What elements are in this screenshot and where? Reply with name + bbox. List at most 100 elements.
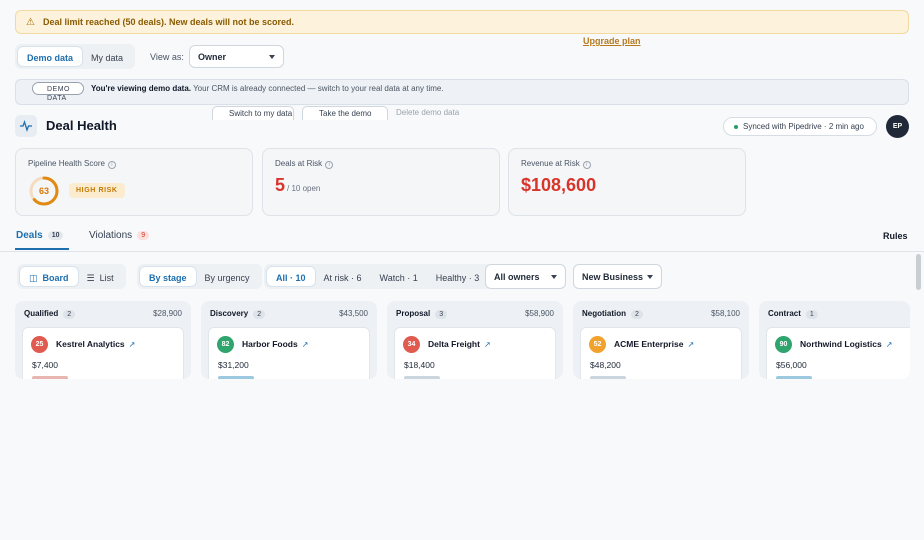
owner-value: All owners	[494, 271, 540, 282]
status-filter: All · 10 At risk · 6 Watch · 1 Healthy ·…	[264, 264, 492, 289]
view-as-select[interactable]: Owner	[189, 45, 284, 68]
deal-name-row: Kestrel Analytics ↗	[56, 339, 135, 349]
data-source-toggle: Demo data My data	[15, 44, 136, 69]
tab-bar: Deals 10 Violations 9	[0, 226, 924, 252]
stage-title: Proposal 3	[396, 309, 448, 319]
stage-count: 2	[253, 310, 266, 319]
by-urgency-button[interactable]: By urgency	[196, 267, 259, 286]
tab-violations[interactable]: Violations 9	[89, 230, 150, 241]
deal-limit-text: Deal limit reached (50 deals). New deals…	[42, 17, 295, 27]
deal-status-line	[32, 376, 68, 379]
deal-status-line	[590, 376, 626, 379]
demo-data-button[interactable]: Demo data	[18, 47, 83, 66]
health-score: 63	[38, 186, 49, 196]
revenue-at-risk-value: $108,600	[521, 175, 597, 195]
deal-score: 52	[589, 336, 606, 353]
switch-to-my-data-button[interactable]: Switch to my data	[212, 106, 294, 120]
stage-total: $58,100	[711, 309, 740, 318]
external-link-icon[interactable]: ↗	[129, 340, 136, 349]
external-link-icon[interactable]: ↗	[687, 340, 694, 349]
demo-notice-message: Your CRM is already connected — switch t…	[191, 84, 444, 93]
deal-status-line	[776, 376, 812, 379]
revenue-at-risk-label: Revenue at Risk i	[521, 159, 591, 169]
deal-card[interactable]: 90 Northwind Logistics ↗ $56,000	[766, 327, 910, 379]
tab-violations-label: Violations	[89, 230, 133, 241]
view-as-value: Owner	[198, 51, 227, 62]
list-icon: ☰	[86, 273, 95, 283]
deals-at-risk-value: 5/ 10 open	[275, 175, 320, 196]
deal-name-row: Delta Freight ↗	[428, 339, 491, 349]
warning-icon: ⚠	[26, 16, 35, 28]
deal-amount: $7,400	[32, 360, 58, 370]
risk-badge: HIGH RISK	[69, 183, 125, 198]
sync-text: Synced with Pipedrive · 2 min ago	[743, 122, 864, 131]
scrollbar[interactable]	[916, 254, 921, 290]
deal-card[interactable]: 25 Kestrel Analytics ↗ $7,400	[22, 327, 184, 379]
stage-column-contract: Contract 1 $56,00090 Northwind Logistics ↗ $5…	[759, 301, 910, 379]
external-link-icon[interactable]: ↗	[484, 340, 491, 349]
tab-deals[interactable]: Deals 10	[16, 230, 64, 241]
external-link-icon[interactable]: ↗	[886, 340, 893, 349]
deal-name: ACME Enterprise	[614, 339, 684, 349]
deal-amount: $31,200	[218, 360, 249, 370]
stage-name: Discovery	[210, 309, 249, 318]
deals-at-risk-label-text: Deals at Risk	[275, 159, 323, 168]
pipeline-select[interactable]: New Business	[573, 264, 662, 289]
owner-select[interactable]: All owners	[485, 264, 566, 289]
stage-title: Qualified 2	[24, 309, 76, 319]
tab-deals-label: Deals	[16, 230, 43, 241]
board-icon: ◫	[29, 273, 38, 283]
stage-name: Negotiation	[582, 309, 626, 318]
rules-link[interactable]: Rules	[883, 231, 908, 241]
board-view-button[interactable]: ◫ Board	[20, 267, 78, 286]
deals-open-count: / 10 open	[287, 184, 321, 193]
deal-name: Harbor Foods	[242, 339, 298, 349]
filter-at-risk[interactable]: At risk · 6	[315, 267, 371, 286]
view-as-label: View as:	[150, 52, 184, 62]
upgrade-plan-link[interactable]: Upgrade plan	[583, 36, 641, 46]
deal-score: 25	[31, 336, 48, 353]
filter-all[interactable]: All · 10	[267, 267, 315, 286]
info-icon[interactable]: i	[325, 161, 334, 169]
deal-card[interactable]: 52 ACME Enterprise ↗ $48,200	[580, 327, 742, 379]
deal-amount: $18,400	[404, 360, 435, 370]
info-icon[interactable]: i	[582, 161, 591, 169]
deal-name: Kestrel Analytics	[56, 339, 125, 349]
active-tab-indicator	[15, 248, 69, 250]
stage-count: 2	[631, 310, 643, 319]
deals-at-risk-card: Deals at Risk i 5/ 10 open	[262, 148, 500, 216]
list-view-label: List	[99, 273, 114, 283]
stage-title: Negotiation 2	[582, 309, 643, 319]
my-data-button[interactable]: My data	[82, 47, 132, 66]
deal-score: 82	[217, 336, 234, 353]
stage-column-negotiation: Negotiation 2 $58,100 52 ACME Enterprise ↗ $48…	[573, 301, 749, 379]
stage-title: Contract 1	[768, 309, 818, 319]
by-stage-button[interactable]: By stage	[140, 267, 196, 286]
stage-column-proposal: Proposal 3 $58,900 34 Delta Freight ↗ $18,400	[387, 301, 563, 379]
deals-count-badge: 10	[47, 231, 64, 240]
revenue-at-risk-card: Revenue at Risk i $108,600	[508, 148, 746, 216]
deals-at-risk-number: 5	[275, 175, 286, 195]
take-the-demo-button[interactable]: Take the demo	[302, 106, 388, 120]
deal-name: Delta Freight	[428, 339, 480, 349]
pipeline-health-label: Pipeline Health Score i	[28, 159, 116, 169]
external-link-icon[interactable]: ↗	[302, 340, 309, 349]
delete-demo-data-link[interactable]: Delete demo data	[396, 108, 459, 117]
list-view-button[interactable]: ☰ List	[78, 267, 123, 286]
deal-card[interactable]: 34 Delta Freight ↗ $18,400	[394, 327, 556, 379]
chevron-down-icon	[647, 274, 653, 279]
deal-card[interactable]: 82 Harbor Foods ↗ $31,200	[208, 327, 370, 379]
deal-status-line	[218, 376, 254, 379]
deal-limit-banner: ⚠ Deal limit reached (50 deals). New dea…	[15, 10, 909, 34]
avatar[interactable]: EP	[886, 115, 909, 138]
view-toggle: ◫ Board ☰ List	[17, 264, 126, 289]
info-icon[interactable]: i	[107, 161, 116, 169]
demo-notice-text: You're viewing demo data. Your CRM is al…	[91, 84, 444, 93]
demo-data-pill: DEMO DATA	[32, 82, 84, 102]
filter-healthy[interactable]: Healthy · 3	[427, 267, 489, 286]
stage-total: $58,900	[525, 309, 554, 318]
pipeline-value: New Business	[582, 271, 644, 282]
stage-name: Proposal	[396, 309, 431, 318]
sync-status: Synced with Pipedrive · 2 min ago	[723, 117, 877, 136]
filter-watch[interactable]: Watch · 1	[371, 267, 427, 286]
